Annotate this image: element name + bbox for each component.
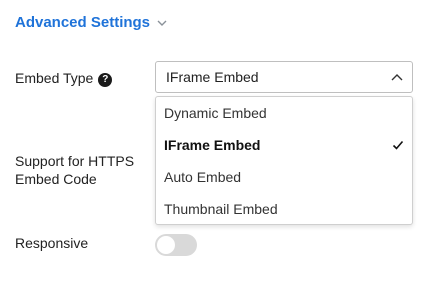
chevron-down-icon (157, 20, 167, 26)
toggle-knob (157, 236, 175, 254)
option-dynamic-embed[interactable]: Dynamic Embed (156, 97, 412, 129)
help-icon[interactable]: ? (98, 73, 113, 87)
https-embed-label: Support for HTTPS Embed Code (15, 153, 135, 187)
section-title: Advanced Settings (15, 14, 151, 31)
option-iframe-embed[interactable]: IFrame Embed (156, 129, 412, 161)
embed-type-select[interactable]: IFrame Embed (155, 61, 413, 93)
embed-type-label: Embed Type (15, 70, 94, 86)
responsive-label: Responsive (15, 235, 89, 251)
chevron-up-icon (391, 74, 403, 81)
option-label: Auto Embed (164, 169, 242, 185)
option-label: IFrame Embed (164, 137, 261, 153)
advanced-settings-toggle[interactable]: Advanced Settings (15, 14, 168, 31)
embed-type-dropdown-menu: Dynamic Embed IFrame Embed Auto Embed Th… (155, 96, 413, 225)
option-auto-embed[interactable]: Auto Embed (156, 161, 412, 193)
responsive-toggle[interactable] (155, 234, 197, 256)
option-label: Dynamic Embed (164, 105, 267, 121)
checkmark-icon (392, 140, 404, 150)
option-label: Thumbnail Embed (164, 201, 278, 217)
option-thumbnail-embed[interactable]: Thumbnail Embed (156, 193, 412, 225)
embed-type-selected-value: IFrame Embed (166, 69, 259, 85)
embed-type-label-row: Embed Type? (15, 69, 113, 87)
